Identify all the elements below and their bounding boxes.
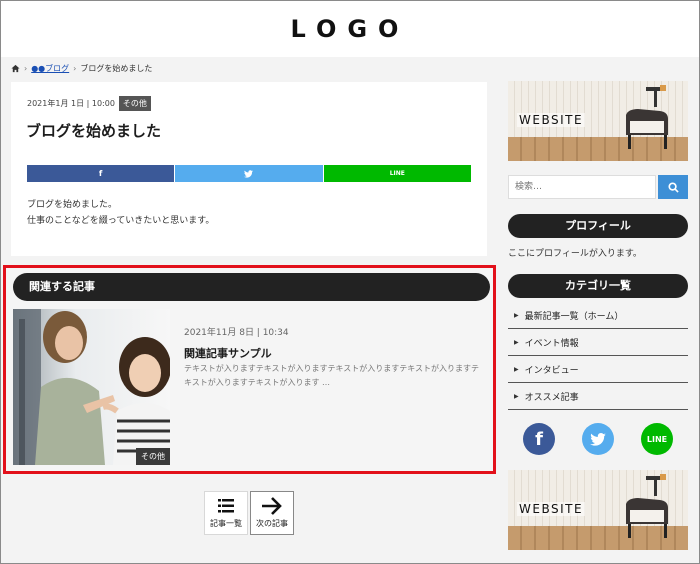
breadcrumb-separator: › (24, 64, 28, 73)
facebook-icon: f (535, 428, 543, 450)
category-item-label: インタビュー (524, 365, 579, 376)
article-meta: 2021年1月 1日 | 10:00 その他 (27, 96, 151, 111)
article-date: 2021年1月 1日 | 10:00 (27, 99, 115, 108)
facebook-follow-button[interactable]: f (523, 423, 555, 455)
search-input[interactable] (508, 175, 656, 199)
ad-label: WEBSITE (517, 502, 586, 516)
article-title: ブログを始めました (26, 122, 162, 140)
facebook-icon: f (98, 169, 103, 178)
related-articles-section: 関連する記事 その他 2021年11月 8日 | 10:34 関連記事サンプル … (3, 265, 496, 474)
category-item-label: オススメ記事 (524, 392, 579, 403)
category-item[interactable]: ▶ インタビュー (508, 356, 688, 383)
triangle-right-icon: ▶ (514, 338, 519, 346)
related-article-date: 2021年11月 8日 | 10:34 (184, 328, 289, 338)
search-icon (667, 181, 679, 193)
article-category-tag[interactable]: その他 (118, 96, 151, 111)
article-body-line: ブログを始めました。 (27, 200, 118, 210)
post-pager: 記事一覧 次の記事 (204, 491, 294, 535)
article-card: 2021年1月 1日 | 10:00 その他 ブログを始めました f LINE … (11, 82, 487, 256)
site-header: LOGO (1, 1, 699, 57)
related-article-excerpt: テキストが入りますテキストが入りますテキストが入りますテキストが入りますテキスト… (184, 364, 480, 387)
home-icon[interactable] (11, 64, 20, 73)
list-icon (218, 499, 234, 513)
article-body-line: 仕事のことなどを綴っていきたいと思います。 (27, 216, 215, 226)
line-icon: LINE (646, 434, 668, 444)
category-list: ▶ 最新記事一覧（ホーム） ▶ イベント情報 ▶ インタビュー ▶ オススメ記事 (508, 302, 688, 410)
breadcrumb: › ●●ブログ › ブログを始めました (11, 63, 152, 74)
sidebar-ad-banner[interactable]: WEBSITE (508, 81, 688, 161)
chair-icon (626, 474, 668, 538)
share-facebook-button[interactable]: f (27, 165, 176, 182)
arrow-right-icon (262, 497, 282, 515)
breadcrumb-current: ブログを始めました (80, 64, 153, 73)
breadcrumb-category-link[interactable]: ●●ブログ (31, 63, 69, 74)
category-heading: カテゴリ一覧 (508, 274, 688, 298)
triangle-right-icon: ▶ (514, 392, 519, 400)
article-list-button[interactable]: 記事一覧 (204, 491, 248, 535)
next-article-label: 次の記事 (256, 519, 288, 528)
twitter-follow-button[interactable] (582, 423, 614, 455)
ad-label: WEBSITE (517, 113, 586, 127)
profile-heading: プロフィール (508, 214, 688, 238)
profile-text: ここにプロフィールが入ります。 (508, 249, 642, 259)
category-item[interactable]: ▶ 最新記事一覧（ホーム） (508, 302, 688, 329)
line-icon: LINE (389, 170, 405, 177)
search-form (508, 175, 688, 199)
share-line-button[interactable]: LINE (323, 165, 471, 182)
chair-icon (626, 85, 668, 149)
article-body: ブログを始めました。 仕事のことなどを綴っていきたいと思います。 (27, 197, 214, 229)
search-button[interactable] (658, 175, 688, 199)
twitter-icon (590, 432, 606, 446)
site-logo[interactable]: LOGO (1, 15, 699, 43)
triangle-right-icon: ▶ (514, 365, 519, 373)
article-list-label: 記事一覧 (210, 519, 242, 528)
related-article-thumbnail[interactable]: その他 (13, 309, 170, 465)
sidebar-ad-banner[interactable]: WEBSITE (508, 470, 688, 550)
thumbnail-photo (13, 309, 170, 465)
next-article-button[interactable]: 次の記事 (250, 491, 294, 535)
related-articles-heading: 関連する記事 (13, 273, 490, 301)
share-twitter-button[interactable] (175, 165, 324, 182)
triangle-right-icon: ▶ (514, 311, 519, 319)
category-item[interactable]: ▶ オススメ記事 (508, 383, 688, 410)
share-buttons: f LINE (27, 165, 471, 182)
category-item-label: 最新記事一覧（ホーム） (524, 311, 624, 322)
related-article-title[interactable]: 関連記事サンプル (184, 345, 272, 361)
line-follow-button[interactable]: LINE (641, 423, 673, 455)
breadcrumb-separator: › (73, 64, 77, 73)
related-article-tag[interactable]: その他 (136, 448, 170, 465)
category-item-label: イベント情報 (524, 338, 579, 349)
twitter-icon (244, 169, 254, 178)
category-item[interactable]: ▶ イベント情報 (508, 329, 688, 356)
